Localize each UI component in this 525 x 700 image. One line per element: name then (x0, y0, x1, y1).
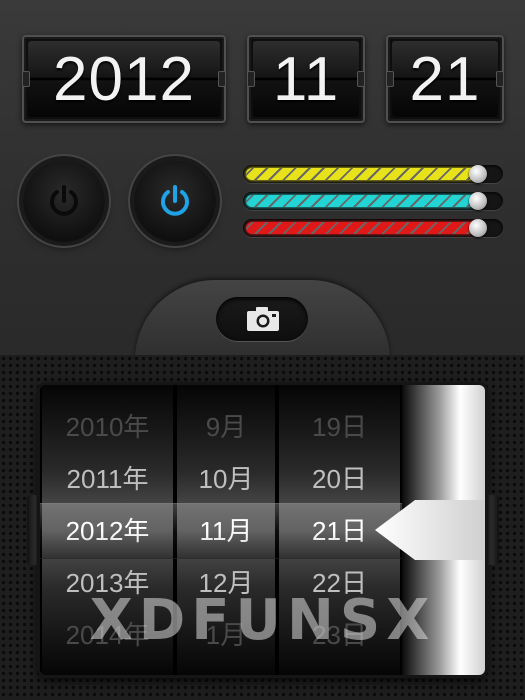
camera-icon (247, 307, 279, 331)
slider-knob[interactable] (469, 165, 487, 183)
month-option[interactable]: 10月 (175, 451, 277, 503)
slider-knob[interactable] (469, 192, 487, 210)
camera-button[interactable] (216, 297, 308, 341)
power-icon (161, 185, 189, 216)
power-on-button[interactable] (134, 160, 216, 242)
watermark: XDFUNSX (89, 588, 436, 653)
year-option[interactable]: 2011年 (40, 451, 175, 503)
day-flip-display: 21 (386, 35, 504, 123)
power-off-button[interactable] (23, 160, 105, 242)
month-value: 11 (272, 44, 340, 114)
cyan-slider-fill (246, 195, 480, 207)
day-value: 21 (409, 44, 481, 114)
power-icon (50, 185, 78, 216)
cyan-slider[interactable] (243, 192, 503, 210)
red-slider[interactable] (243, 219, 503, 237)
slider-knob[interactable] (469, 219, 487, 237)
year-flip-display: 2012 (22, 35, 226, 123)
yellow-slider[interactable] (243, 165, 503, 183)
selection-pointer (375, 500, 485, 560)
day-option[interactable]: 19日 (277, 399, 402, 451)
year-value: 2012 (53, 44, 195, 114)
month-flip-display: 11 (247, 35, 365, 123)
month-option[interactable]: 9月 (175, 399, 277, 451)
red-slider-fill (246, 222, 480, 234)
year-option[interactable]: 2010年 (40, 399, 175, 451)
yellow-slider-fill (246, 168, 480, 180)
picker-right-mount (483, 495, 499, 565)
